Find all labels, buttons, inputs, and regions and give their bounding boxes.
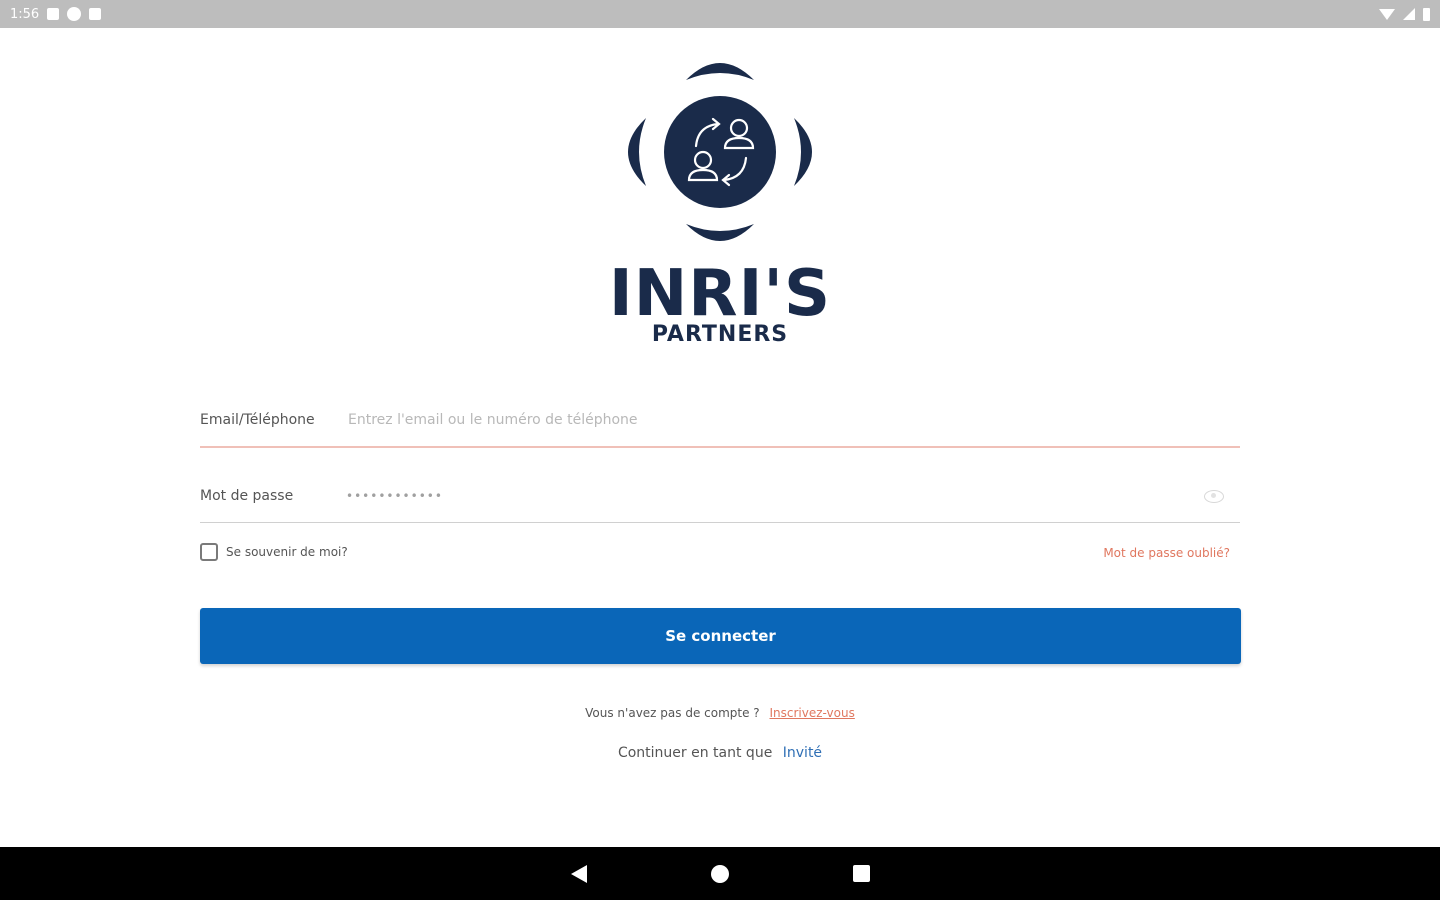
signup-link[interactable]: Inscrivez-vous <box>769 706 854 720</box>
brand-subtitle: PARTNERS <box>651 322 789 347</box>
remember-checkbox[interactable] <box>200 543 218 561</box>
password-field-row: Mot de passe •••••••••••• <box>200 470 1240 523</box>
eye-icon[interactable] <box>1204 489 1224 503</box>
home-icon[interactable] <box>710 864 729 883</box>
forgot-password-link[interactable]: Mot de passe oublié? <box>1103 546 1230 560</box>
password-input[interactable]: •••••••••••• <box>346 489 1204 503</box>
signup-prompt: Vous n'avez pas de compte ? <box>585 706 760 720</box>
login-button[interactable]: Se connecter <box>200 608 1241 664</box>
wifi-icon <box>1379 8 1395 20</box>
app-icon <box>67 7 82 21</box>
brand-name: INRI'S <box>608 257 832 331</box>
status-bar: 1:56 <box>0 0 1440 28</box>
back-icon[interactable] <box>570 864 587 883</box>
signal-icon <box>1403 8 1415 20</box>
navigation-bar <box>0 847 1440 900</box>
recent-apps-icon[interactable] <box>852 865 870 882</box>
password-label: Mot de passe <box>200 488 294 504</box>
guest-prompt: Continuer en tant que <box>617 745 773 761</box>
email-field-row: Email/Téléphone <box>200 394 1240 448</box>
notification-icon <box>47 8 60 20</box>
guest-link[interactable]: Invité <box>783 745 822 761</box>
remember-me[interactable]: Se souvenir de moi? <box>200 543 348 561</box>
sd-card-icon <box>89 8 102 20</box>
signup-prompt-line: Vous n'avez pas de compte ? Inscrivez-vo… <box>0 706 1440 720</box>
email-input[interactable] <box>346 404 1240 436</box>
remember-label: Se souvenir de moi? <box>226 545 348 559</box>
status-time: 1:56 <box>10 6 40 22</box>
battery-icon <box>1423 7 1430 21</box>
email-label: Email/Téléphone <box>200 412 315 428</box>
guest-prompt-line: Continuer en tant que Invité <box>0 745 1440 761</box>
